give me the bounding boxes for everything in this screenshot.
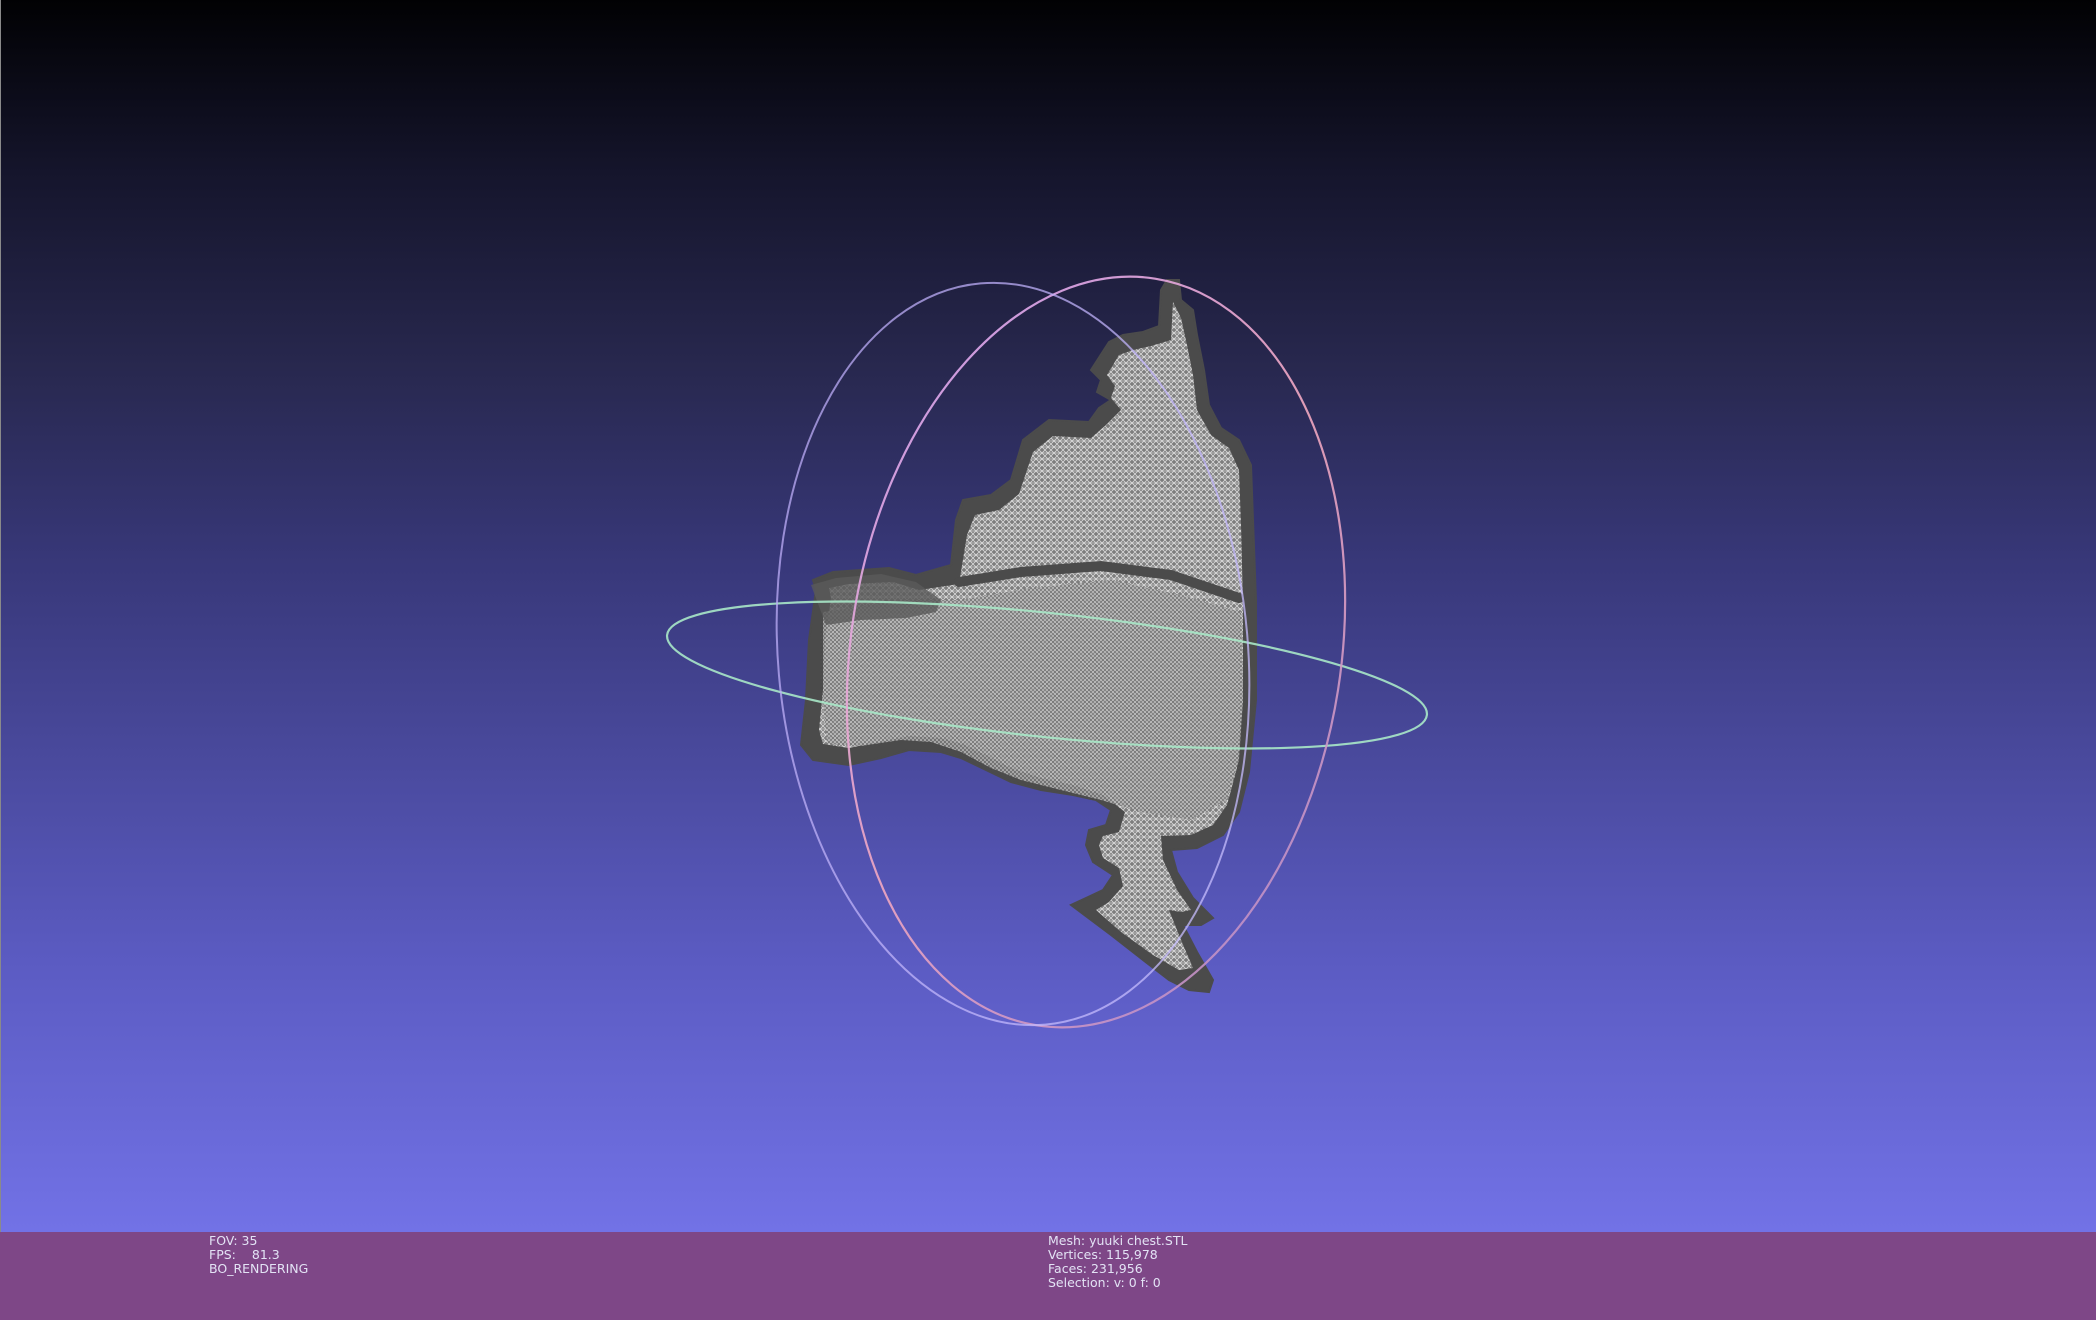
fps-readout: FPS: 81.3 bbox=[209, 1248, 308, 1262]
scene-canvas[interactable] bbox=[1, 0, 2096, 1232]
fov-readout: FOV: 35 bbox=[209, 1234, 308, 1248]
face-count: Faces: 231,956 bbox=[1048, 1261, 1143, 1276]
mesh-model[interactable] bbox=[799, 279, 1257, 994]
mesh-stats: Mesh: yuuki chest.STL Vertices: 115,978 … bbox=[1048, 1234, 1187, 1290]
mesh-name: Mesh: yuuki chest.STL bbox=[1048, 1233, 1188, 1248]
fov-value: 35 bbox=[241, 1233, 258, 1248]
fov-label: FOV: bbox=[209, 1233, 238, 1248]
render-mode: BO_RENDERING bbox=[209, 1261, 309, 1276]
fps-value: 81.3 bbox=[251, 1247, 280, 1262]
selection-count: Selection: v: 0 f: 0 bbox=[1048, 1275, 1161, 1290]
fps-label: FPS: bbox=[209, 1247, 236, 1262]
3d-viewport[interactable] bbox=[0, 0, 2096, 1232]
viewer-stats: FOV: 35 FPS: 81.3 BO_RENDERING bbox=[209, 1234, 308, 1276]
vertex-count: Vertices: 115,978 bbox=[1048, 1247, 1158, 1262]
